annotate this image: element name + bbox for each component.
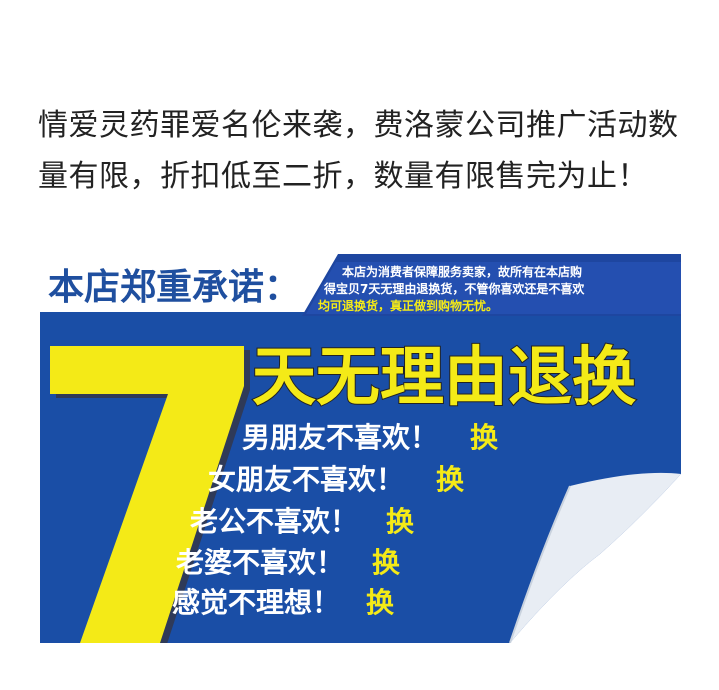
reason-text: 男朋友不喜欢！ xyxy=(242,421,438,454)
reason-action: 换 xyxy=(366,586,395,619)
reason-text: 老婆不喜欢！ xyxy=(176,546,344,579)
headline: 天无理由退换 xyxy=(252,341,636,415)
promo-banner: 本店郑重承诺： 本店为消费者保障服务卖家，故所有在本店购 得宝贝7天无理由退换货… xyxy=(40,254,681,643)
notice-line-1: 本店为消费者保障服务卖家，故所有在本店购 xyxy=(342,264,582,279)
reason-action: 换 xyxy=(470,421,499,454)
reason-text: 女朋友不喜欢！ xyxy=(208,463,404,496)
reason-text: 老公不喜欢！ xyxy=(190,505,358,538)
reason-action: 换 xyxy=(372,546,401,579)
notice-line-2: 得宝贝7天无理由退换货，不管你喜欢还是不喜欢 xyxy=(323,281,585,296)
reason-text: 感觉不理想！ xyxy=(172,586,340,619)
intro-paragraph: 情爱灵药罪爱名伦来袭，费洛蒙公司推广活动数量有限，折扣低至二折，数量有限售完为止… xyxy=(38,108,679,194)
reason-action: 换 xyxy=(436,463,465,496)
banner-heading: 本店郑重承诺： xyxy=(48,267,300,308)
reason-action: 换 xyxy=(386,505,415,538)
notice-line-3: 均可退换货，真正做到购物无忧。 xyxy=(318,298,498,313)
